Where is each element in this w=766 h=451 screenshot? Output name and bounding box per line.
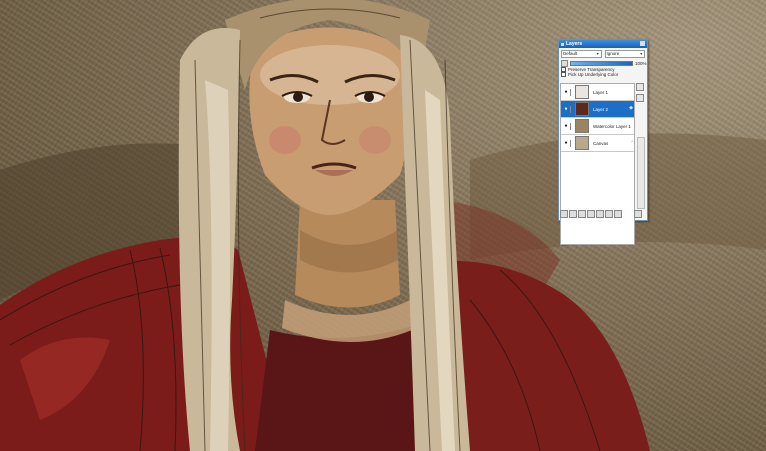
dynamic-plugins-icon[interactable] xyxy=(569,210,577,218)
lock-toggle[interactable] xyxy=(570,139,574,147)
layer-thumbnail xyxy=(575,85,589,99)
composite-depth-value: Ignore xyxy=(606,51,620,56)
eye-icon[interactable]: ● xyxy=(563,106,569,112)
layers-panel[interactable]: Layers Default ▼ Ignore ▼ 100% Preserve … xyxy=(558,39,648,245)
opacity-icon xyxy=(561,59,568,67)
eye-icon[interactable]: ● xyxy=(563,89,569,95)
layer-name: Watercolor Layer 1 xyxy=(593,123,631,129)
lock-toggle[interactable] xyxy=(570,122,574,130)
pick-up-underlying-color-checkbox[interactable] xyxy=(561,72,566,77)
layer-thumbnail xyxy=(575,136,589,150)
chevron-down-icon: ▼ xyxy=(639,51,643,56)
layers-title: Layers xyxy=(566,41,583,47)
layer-item-canvas[interactable]: ● Canvas ▫ xyxy=(561,135,634,152)
lock-toggle[interactable] xyxy=(570,105,574,113)
layer-thumbnail xyxy=(575,119,589,133)
lock-toggle[interactable] xyxy=(570,88,574,96)
layer-name: Canvas xyxy=(593,140,609,146)
eye-icon[interactable]: ● xyxy=(563,123,569,129)
pick-up-underlying-color-label: Pick Up Underlying Color xyxy=(568,72,619,77)
new-watercolor-layer-icon[interactable] xyxy=(605,210,613,218)
layer-side-tools xyxy=(635,83,645,102)
painting-canvas[interactable] xyxy=(0,0,766,451)
layer-link-icon: ◆ xyxy=(629,105,633,111)
layer-commands-bar xyxy=(560,210,644,218)
portrait-painting xyxy=(0,0,766,451)
panel-grip-icon xyxy=(561,42,564,46)
layers-title-bar[interactable]: Layers xyxy=(559,40,647,48)
layer-commands-icon[interactable] xyxy=(560,210,568,218)
close-icon[interactable] xyxy=(640,41,645,46)
layer-thumbnail xyxy=(575,102,589,116)
layer-item-watercolor-layer-1[interactable]: ● Watercolor Layer 1 xyxy=(561,118,634,135)
layer-name: Layer 2 xyxy=(593,106,609,112)
layer-list-scrollbar[interactable] xyxy=(637,137,645,209)
layer-options-icon[interactable] xyxy=(636,83,644,91)
opacity-slider[interactable] xyxy=(570,60,633,66)
opacity-controls: 100% xyxy=(559,59,647,67)
layer-list[interactable]: ● Layer 1 ● Layer 2 ◆ ● Watercolor Layer… xyxy=(560,83,635,245)
pick-up-underlying-color-option[interactable]: Pick Up Underlying Color xyxy=(559,72,647,77)
composite-depth-select[interactable]: Ignore ▼ xyxy=(604,49,645,58)
lock-icon: ▫ xyxy=(631,139,633,145)
new-group-icon[interactable] xyxy=(578,210,586,218)
composite-controls: Default ▼ Ignore ▼ xyxy=(559,48,647,59)
layer-name: Layer 1 xyxy=(593,89,609,95)
eye-icon[interactable]: ● xyxy=(563,140,569,146)
merge-layers-icon[interactable] xyxy=(614,210,622,218)
chevron-down-icon: ▼ xyxy=(596,51,600,56)
layer-item-layer-2[interactable]: ● Layer 2 ◆ xyxy=(561,101,634,118)
layer-lock-icon[interactable] xyxy=(636,94,644,102)
opacity-value[interactable]: 100% xyxy=(635,61,647,66)
trash-icon[interactable] xyxy=(634,210,642,218)
create-mask-icon[interactable] xyxy=(587,210,595,218)
new-layer-icon[interactable] xyxy=(596,210,604,218)
composite-method-select[interactable]: Default ▼ xyxy=(561,49,602,58)
layer-item-layer-1[interactable]: ● Layer 1 xyxy=(561,84,634,101)
composite-method-value: Default xyxy=(563,51,578,56)
